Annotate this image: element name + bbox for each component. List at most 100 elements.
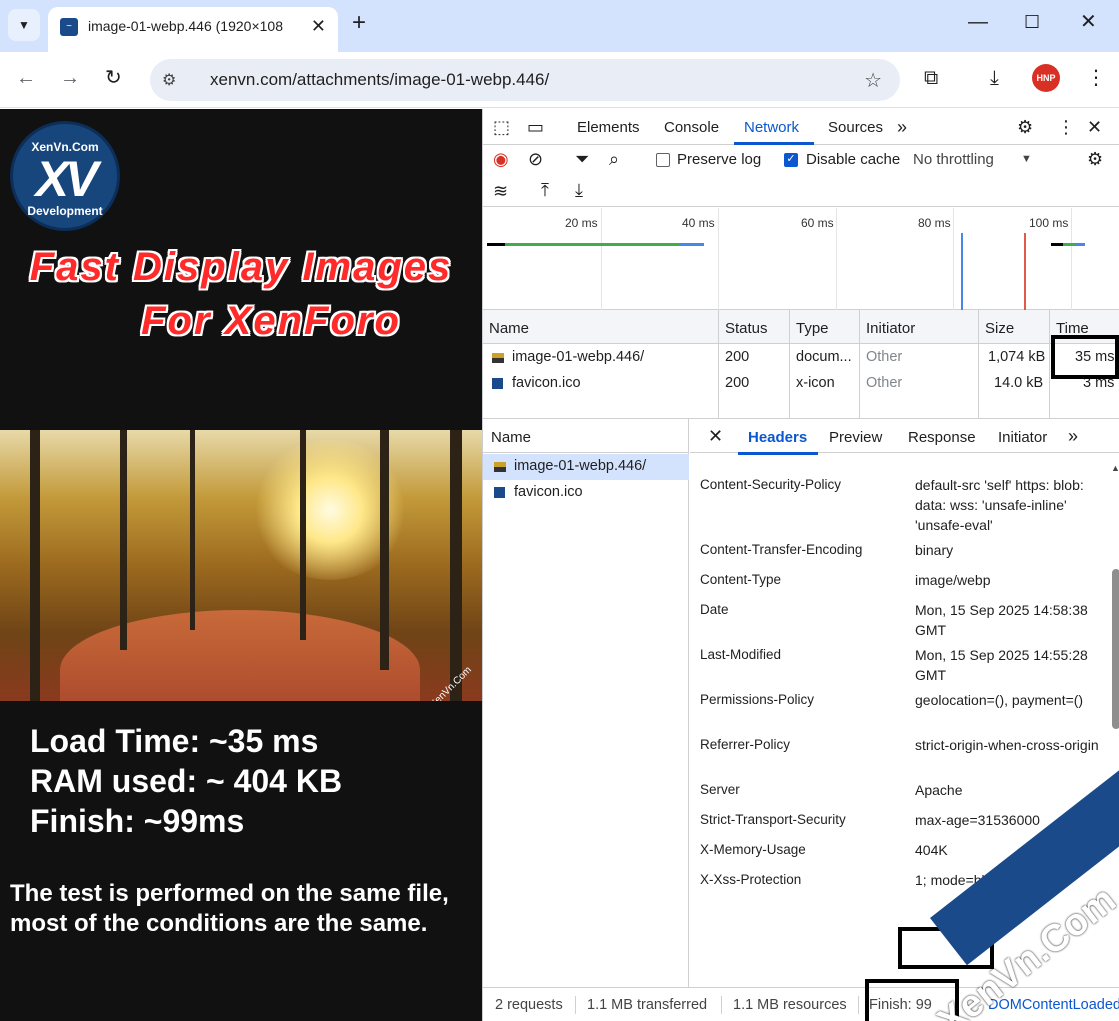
list-item[interactable]: favicon.ico bbox=[483, 480, 689, 506]
forest-path bbox=[60, 610, 420, 701]
tab-preview[interactable]: Preview bbox=[829, 429, 882, 446]
list-item-name: favicon.ico bbox=[514, 484, 583, 500]
header-value: default-src 'self' https: blob: data: ws… bbox=[915, 477, 1084, 533]
timeline-tick: 40 ms bbox=[682, 216, 715, 230]
menu-icon[interactable]: ⋮ bbox=[1086, 66, 1106, 90]
chevron-down-icon: ▼ bbox=[18, 18, 30, 32]
extensions-icon[interactable]: ⧉ bbox=[924, 66, 938, 90]
throttling-dropdown-icon[interactable]: ▼ bbox=[1021, 153, 1032, 165]
detail-tabbar: ✕ Headers Preview Response Initiator » bbox=[690, 419, 1119, 455]
col-size[interactable]: Size bbox=[985, 320, 1014, 337]
header-key: Date bbox=[700, 602, 729, 617]
tab-title: image-01-webp.446 (1920×108 bbox=[88, 18, 283, 34]
close-devtools-icon[interactable]: ✕ bbox=[1087, 117, 1102, 137]
scroll-up-icon[interactable]: ▲ bbox=[1111, 463, 1119, 473]
tab-strip: ▼ ~ image-01-webp.446 (1920×108 ✕ + — ☐ … bbox=[0, 0, 1119, 52]
device-toolbar-icon[interactable]: ▭ bbox=[527, 117, 544, 137]
timeline-gridline bbox=[836, 208, 837, 310]
header-key: Last-Modified bbox=[700, 647, 782, 662]
inspect-element-icon[interactable]: ⬚ bbox=[493, 117, 510, 137]
active-tab[interactable]: ~ image-01-webp.446 (1920×108 ✕ bbox=[48, 7, 338, 52]
timeline-overview[interactable]: 20 ms 40 ms 60 ms 80 ms 100 ms bbox=[483, 208, 1119, 310]
col-initiator[interactable]: Initiator bbox=[866, 320, 915, 337]
search-icon[interactable]: ⌕ bbox=[609, 149, 619, 169]
request-initiator: Other bbox=[866, 349, 903, 365]
more-options-icon[interactable]: ⋮ bbox=[1057, 117, 1075, 137]
scrollbar-thumb[interactable] bbox=[1112, 569, 1119, 729]
import-har-icon[interactable]: ⤒ bbox=[541, 180, 549, 200]
site-info-icon[interactable]: ⚙ bbox=[162, 70, 176, 90]
url-text[interactable]: xenvn.com/attachments/image-01-webp.446/ bbox=[210, 70, 549, 90]
tab-elements[interactable]: Elements bbox=[577, 119, 640, 136]
network-settings-icon[interactable]: ⚙ bbox=[1087, 149, 1103, 169]
header-key: X-Memory-Usage bbox=[700, 842, 806, 857]
record-stop-icon[interactable]: ◉ bbox=[493, 149, 509, 169]
col-name[interactable]: Name bbox=[489, 320, 529, 337]
devtools-tabbar: ⬚ ▭ Elements Console Network Sources » ⚙… bbox=[483, 109, 1119, 145]
request-type: docum... bbox=[796, 349, 852, 365]
table-row[interactable]: image-01-webp.446/ 200 docum... Other 1,… bbox=[483, 345, 1119, 371]
timeline-bar-download bbox=[680, 243, 704, 246]
header-value: Mon, 15 Sep 2025 14:55:28 GMT bbox=[915, 647, 1088, 683]
col-status[interactable]: Status bbox=[725, 320, 768, 337]
more-detail-tabs-icon[interactable]: » bbox=[1068, 426, 1078, 447]
network-status-bar: 2 requests 1.1 MB transferred 1.1 MB res… bbox=[483, 987, 1119, 1021]
clear-icon[interactable]: ⊘ bbox=[528, 149, 543, 169]
settings-gear-icon[interactable]: ⚙ bbox=[1017, 117, 1033, 137]
forward-button[interactable]: → bbox=[60, 66, 80, 90]
throttling-select[interactable]: No throttling bbox=[913, 151, 994, 168]
tree-trunk bbox=[190, 430, 195, 630]
note-line-1: The test is performed on the same file, bbox=[10, 880, 449, 907]
tab-initiator[interactable]: Initiator bbox=[998, 429, 1047, 446]
header-key: Strict-Transport-Security bbox=[700, 812, 846, 827]
disable-cache-checkbox[interactable]: ✓ bbox=[784, 153, 798, 167]
download-icon[interactable]: ⤓ bbox=[990, 66, 999, 90]
request-size: 14.0 kB bbox=[994, 375, 1044, 391]
tab-sources[interactable]: Sources bbox=[828, 119, 883, 136]
tab-headers[interactable]: Headers bbox=[748, 429, 807, 446]
export-har-icon[interactable]: ⤓ bbox=[575, 180, 583, 200]
headline-line-2: For XenForo bbox=[141, 299, 401, 343]
header-value: Apache bbox=[915, 782, 963, 798]
stat-load-time: Load Time: ~35 ms bbox=[30, 723, 319, 759]
tab-search-button[interactable]: ▼ bbox=[8, 9, 40, 41]
document-icon bbox=[492, 353, 504, 363]
tree-trunk bbox=[450, 430, 462, 701]
headers-detail-panel: ✕ Headers Preview Response Initiator » C… bbox=[690, 419, 1119, 994]
back-button[interactable]: ← bbox=[16, 66, 36, 90]
more-tabs-icon[interactable]: » bbox=[897, 117, 907, 137]
page-image: XenVn.Com XV Development Fast Display Im… bbox=[0, 109, 482, 1021]
xenvn-logo: XenVn.Com XV Development bbox=[10, 121, 120, 231]
request-status: 200 bbox=[725, 349, 750, 365]
table-row[interactable]: favicon.ico 200 x-icon Other 14.0 kB 3 m… bbox=[483, 371, 1119, 397]
favicon-icon bbox=[494, 487, 505, 498]
header-key: Content-Security-Policy bbox=[700, 477, 842, 492]
new-tab-button[interactable]: + bbox=[352, 11, 366, 35]
name-panel-title: Name bbox=[491, 429, 532, 446]
col-type[interactable]: Type bbox=[796, 320, 829, 337]
close-detail-icon[interactable]: ✕ bbox=[708, 426, 723, 447]
bookmark-star-icon[interactable]: ☆ bbox=[864, 68, 882, 93]
tree-trunk bbox=[30, 430, 40, 701]
reload-button[interactable]: ↻ bbox=[105, 66, 122, 90]
address-bar[interactable]: ⚙ xenvn.com/attachments/image-01-webp.44… bbox=[150, 59, 900, 101]
network-conditions-icon[interactable]: ≋ bbox=[493, 181, 508, 201]
header-key: Server bbox=[700, 782, 740, 797]
minimize-button[interactable]: — bbox=[968, 10, 988, 34]
stat-ram-used: RAM used: ~ 404 KB bbox=[30, 763, 343, 799]
list-item-name: image-01-webp.446/ bbox=[514, 458, 647, 474]
profile-avatar[interactable]: HNP bbox=[1032, 64, 1060, 92]
preserve-log-checkbox[interactable] bbox=[656, 153, 670, 167]
list-item-selected[interactable]: image-01-webp.446/ bbox=[483, 454, 689, 480]
tab-console[interactable]: Console bbox=[664, 119, 719, 136]
tab-network[interactable]: Network bbox=[744, 119, 799, 136]
filter-icon[interactable]: ⏷ bbox=[575, 149, 589, 169]
timeline-bar-ttfb bbox=[1063, 243, 1075, 246]
request-name-panel: Name image-01-webp.446/ favicon.ico bbox=[483, 419, 689, 994]
highlight-box-time bbox=[1051, 335, 1119, 379]
maximize-button[interactable]: ☐ bbox=[1024, 10, 1040, 34]
tab-response[interactable]: Response bbox=[908, 429, 976, 446]
disable-cache-label: Disable cache bbox=[806, 151, 901, 168]
tab-close-icon[interactable]: ✕ bbox=[311, 16, 326, 37]
window-close-button[interactable]: ✕ bbox=[1080, 10, 1097, 34]
